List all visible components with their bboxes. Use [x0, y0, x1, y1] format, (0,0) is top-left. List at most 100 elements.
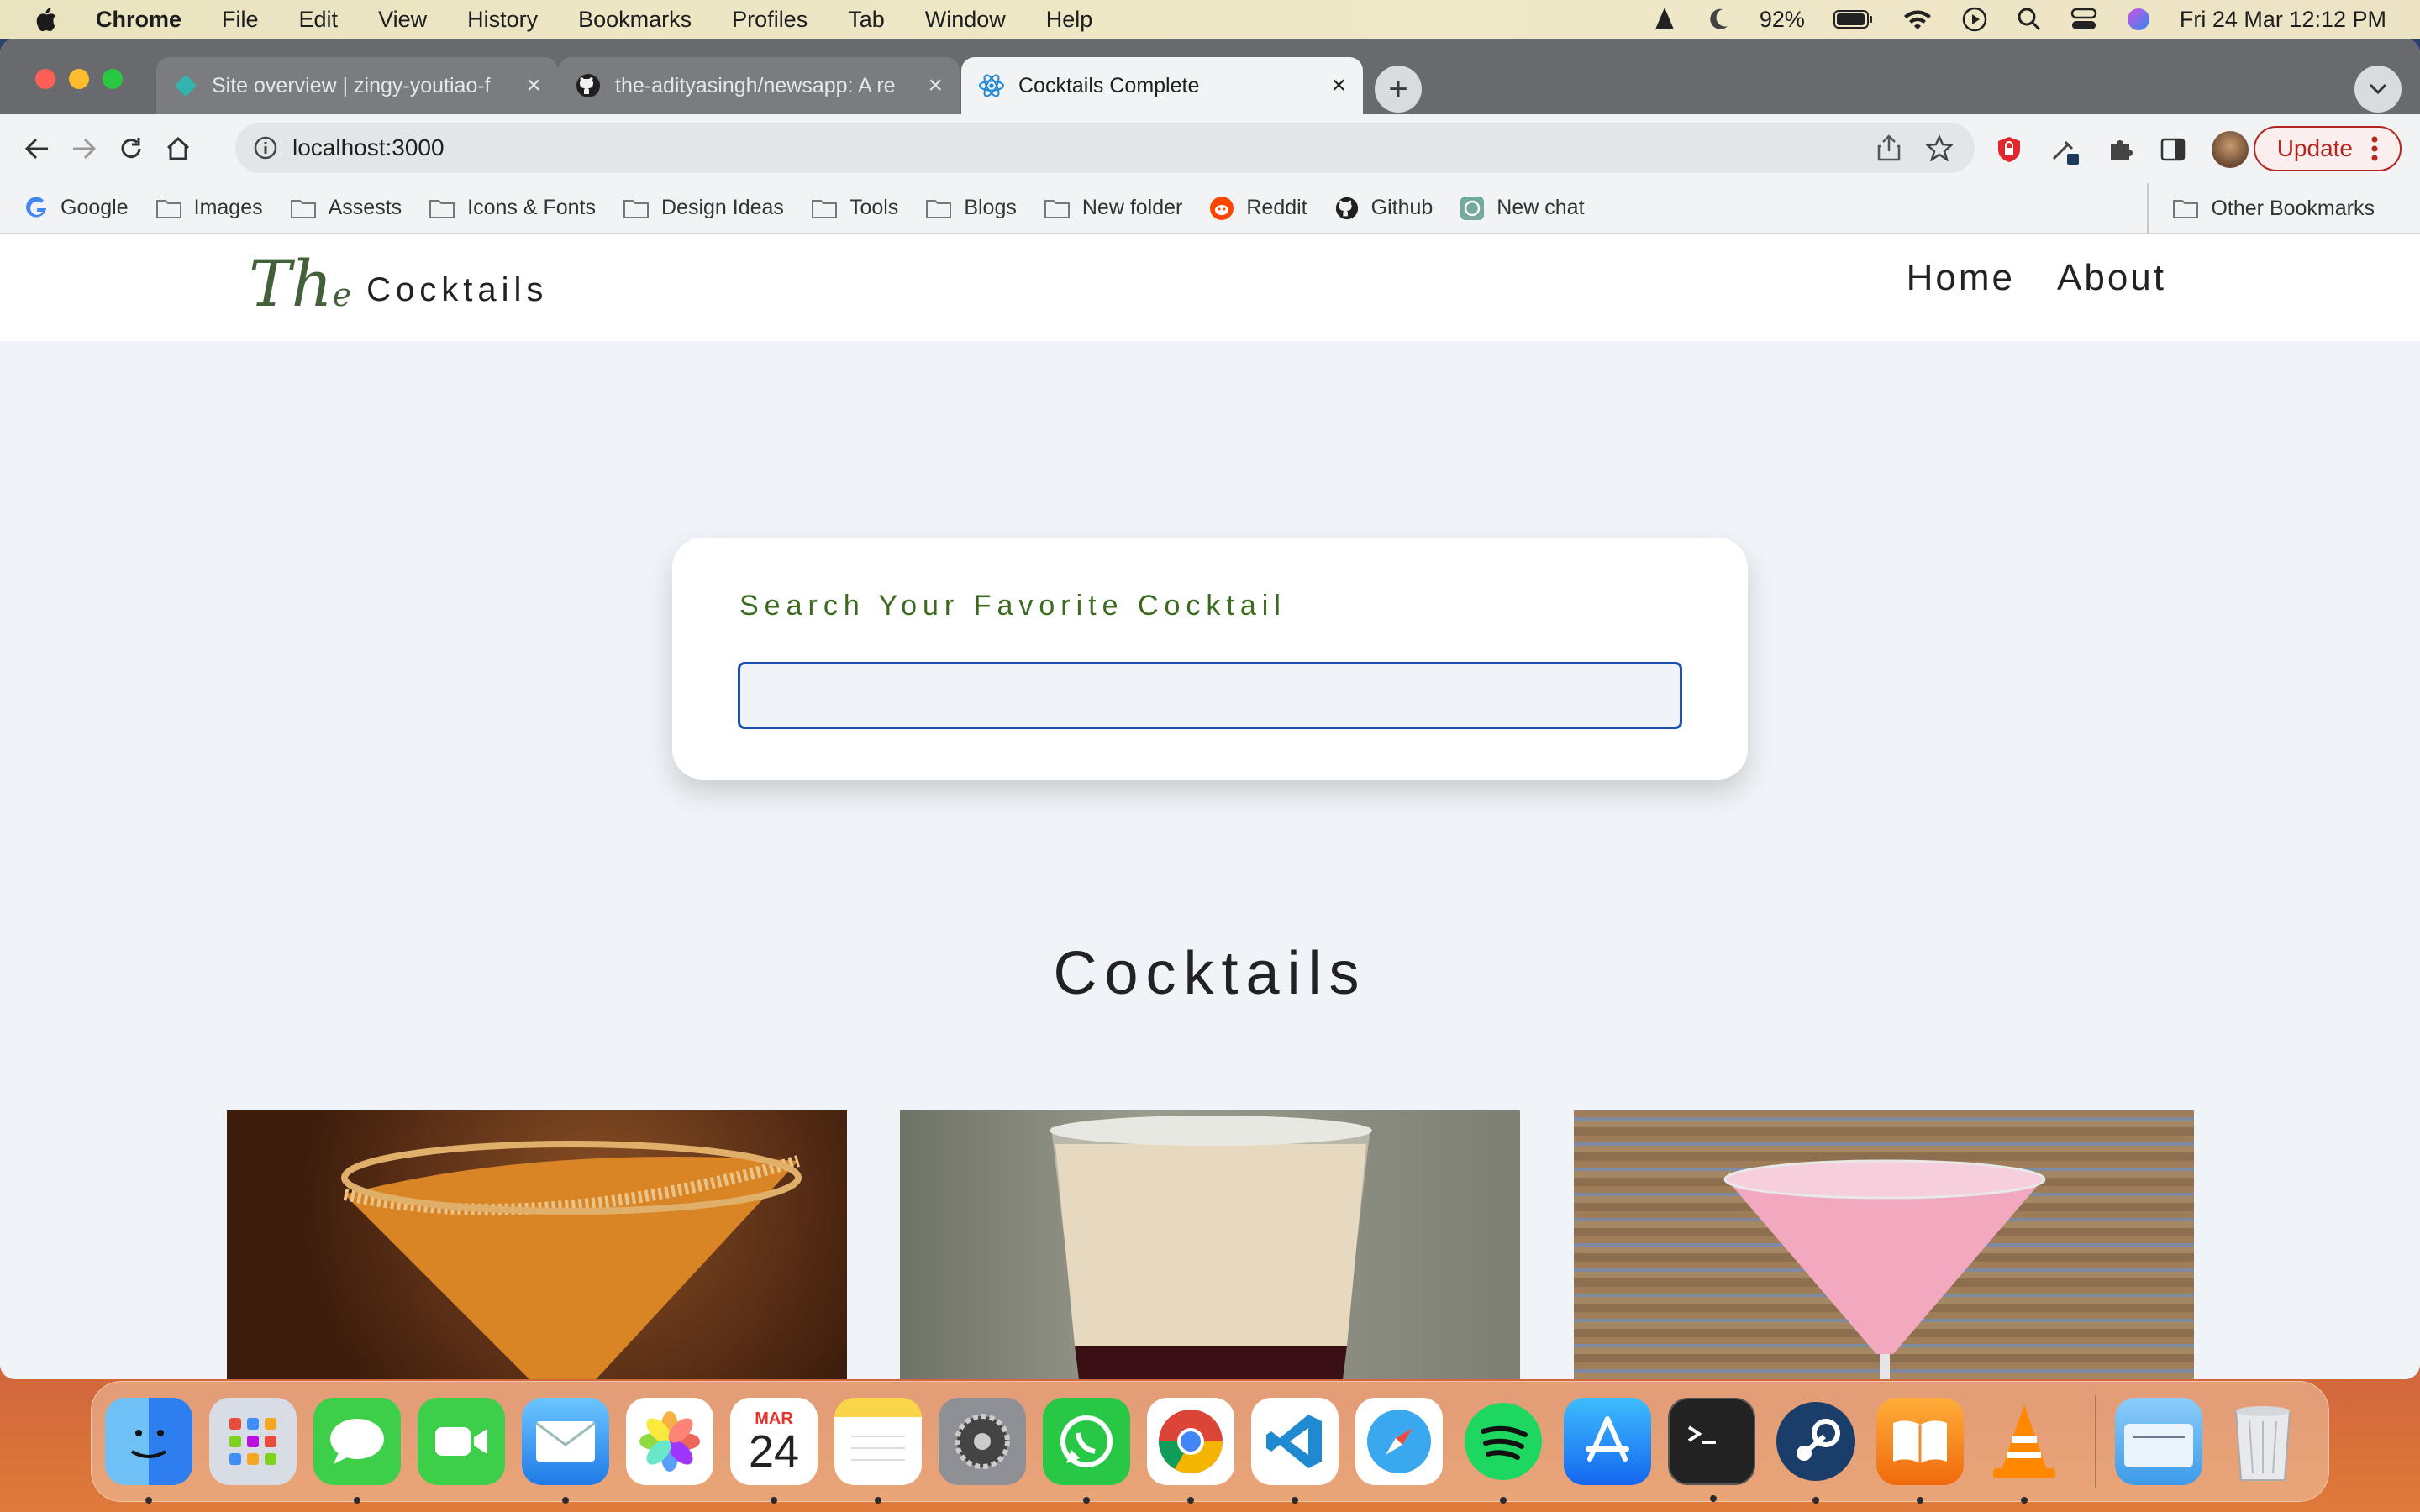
bookmark-folder-blogs[interactable]: Blogs — [925, 196, 1017, 220]
tab-search-button[interactable] — [2354, 66, 2402, 113]
dock-terminal[interactable] — [1668, 1398, 1755, 1502]
netlify-icon — [175, 75, 197, 97]
dock-downloads-stack[interactable] — [2115, 1398, 2202, 1485]
dock-safari[interactable] — [1355, 1398, 1443, 1485]
cocktail-card-image[interactable] — [900, 1110, 1520, 1379]
wifi-icon[interactable] — [1902, 8, 1933, 31]
close-window-button[interactable] — [35, 69, 55, 89]
cocktail-card-image[interactable] — [1574, 1110, 2194, 1379]
dock-app-store[interactable] — [1564, 1398, 1651, 1485]
folder-icon — [290, 199, 316, 218]
close-icon[interactable]: × — [1331, 71, 1346, 100]
menu-help[interactable]: Help — [1046, 7, 1093, 33]
battery-icon[interactable] — [1833, 9, 1874, 29]
eyedropper-extension-icon[interactable] — [2049, 134, 2081, 165]
dock-books[interactable] — [1876, 1398, 1964, 1504]
clock[interactable]: Fri 24 Mar 12:12 PM — [2180, 7, 2386, 33]
home-icon — [166, 136, 190, 160]
side-panel-icon[interactable] — [2160, 136, 2186, 163]
nav-link-home[interactable]: Home — [1907, 257, 2015, 299]
tab-github-newsapp[interactable]: the-adityasingh/newsapp: A re × — [558, 57, 960, 114]
dock-whatsapp[interactable] — [1043, 1398, 1130, 1504]
forward-button[interactable] — [60, 125, 108, 172]
menu-window[interactable]: Window — [925, 7, 1006, 33]
dock-mail[interactable] — [522, 1398, 609, 1504]
menu-edit[interactable]: Edit — [299, 7, 339, 33]
vlc-status-icon[interactable] — [1652, 6, 1677, 33]
bookmark-reddit[interactable]: Reddit — [1209, 196, 1307, 221]
password-extension-icon[interactable] — [1995, 135, 2023, 164]
spotlight-search-icon[interactable] — [2017, 7, 2042, 32]
search-label: Search Your Favorite Cocktail — [739, 590, 1286, 622]
dock-photos[interactable] — [626, 1398, 713, 1485]
address-bar[interactable]: localhost:3000 — [235, 123, 1975, 173]
tab-cocktails-complete[interactable]: Cocktails Complete × — [961, 57, 1363, 114]
dock-calendar[interactable]: MAR 24 — [730, 1398, 818, 1504]
close-icon[interactable]: × — [526, 71, 541, 100]
siri-icon[interactable] — [2126, 7, 2151, 32]
minimize-window-button[interactable] — [69, 69, 89, 89]
dock-vlc[interactable] — [1981, 1398, 2068, 1504]
running-indicator — [875, 1497, 881, 1504]
update-button[interactable]: Update — [2253, 126, 2402, 171]
dock-separator — [2095, 1395, 2096, 1488]
dock-finder[interactable] — [105, 1398, 192, 1504]
bookmark-other-bookmarks[interactable]: Other Bookmarks — [2147, 183, 2375, 234]
dock-spotify[interactable] — [1460, 1398, 1547, 1504]
dock-messages[interactable] — [313, 1398, 401, 1504]
dock-facetime[interactable] — [418, 1398, 505, 1485]
now-playing-icon[interactable] — [1961, 6, 1988, 33]
search-input[interactable] — [738, 662, 1682, 729]
google-icon — [26, 197, 46, 218]
bookmark-folder-icons-fonts[interactable]: Icons & Fonts — [429, 196, 596, 220]
folder-icon — [623, 199, 649, 218]
bookmark-github[interactable]: Github — [1334, 196, 1433, 221]
back-button[interactable] — [13, 125, 60, 172]
bookmark-new-chat[interactable]: New chat — [1460, 196, 1585, 221]
menu-bookmarks[interactable]: Bookmarks — [578, 7, 692, 33]
zoom-window-button[interactable] — [103, 69, 123, 89]
cocktail-card-image[interactable] — [227, 1110, 847, 1379]
new-tab-button[interactable]: + — [1375, 66, 1422, 113]
url-text[interactable]: localhost:3000 — [292, 134, 1877, 161]
bookmark-folder-tools[interactable]: Tools — [811, 196, 898, 220]
safari-icon — [1367, 1410, 1431, 1473]
dock-system-settings[interactable] — [939, 1398, 1026, 1485]
profile-avatar[interactable] — [2212, 131, 2249, 168]
star-icon[interactable] — [1926, 134, 1953, 161]
dock-steam[interactable] — [1772, 1398, 1860, 1504]
running-indicator — [2021, 1497, 2028, 1504]
info-icon[interactable] — [254, 136, 277, 160]
bookmark-google[interactable]: Google — [25, 196, 129, 220]
dock-launchpad[interactable] — [209, 1398, 297, 1485]
menu-view[interactable]: View — [378, 7, 427, 33]
dock-vscode[interactable] — [1251, 1398, 1339, 1504]
finder-icon — [130, 1430, 167, 1458]
menu-profiles[interactable]: Profiles — [732, 7, 808, 33]
reload-button[interactable] — [108, 125, 155, 172]
menu-app-name[interactable]: Chrome — [96, 7, 182, 33]
web-page: The Cocktails Home About Search Your Fav… — [0, 234, 2420, 1379]
menu-tab[interactable]: Tab — [848, 7, 885, 33]
nav-link-about[interactable]: About — [2057, 257, 2166, 299]
folder-icon — [926, 199, 952, 218]
bookmark-folder-assests[interactable]: Assests — [290, 196, 402, 220]
bookmark-folder-design-ideas[interactable]: Design Ideas — [623, 196, 784, 220]
dock-chrome[interactable] — [1147, 1398, 1234, 1504]
menu-file[interactable]: File — [222, 7, 259, 33]
puzzle-icon[interactable] — [2106, 135, 2134, 164]
bookmark-folder-new-folder[interactable]: New folder — [1044, 196, 1182, 220]
control-center-icon[interactable] — [2070, 7, 2097, 32]
dock-trash[interactable] — [2219, 1398, 2307, 1485]
site-logo[interactable]: The Cocktails — [249, 252, 548, 316]
dock-notes[interactable] — [834, 1398, 922, 1504]
tab-site-overview[interactable]: Site overview | zingy-youtiao-f × — [156, 57, 558, 114]
bookmark-folder-images[interactable]: Images — [155, 196, 263, 220]
close-icon[interactable]: × — [928, 71, 943, 100]
apple-icon[interactable] — [34, 6, 59, 33]
menu-history[interactable]: History — [467, 7, 538, 33]
share-icon[interactable] — [1877, 134, 1901, 161]
home-button[interactable] — [155, 125, 202, 172]
bookmark-label: Images — [193, 196, 263, 219]
moon-icon[interactable] — [1706, 6, 1731, 33]
